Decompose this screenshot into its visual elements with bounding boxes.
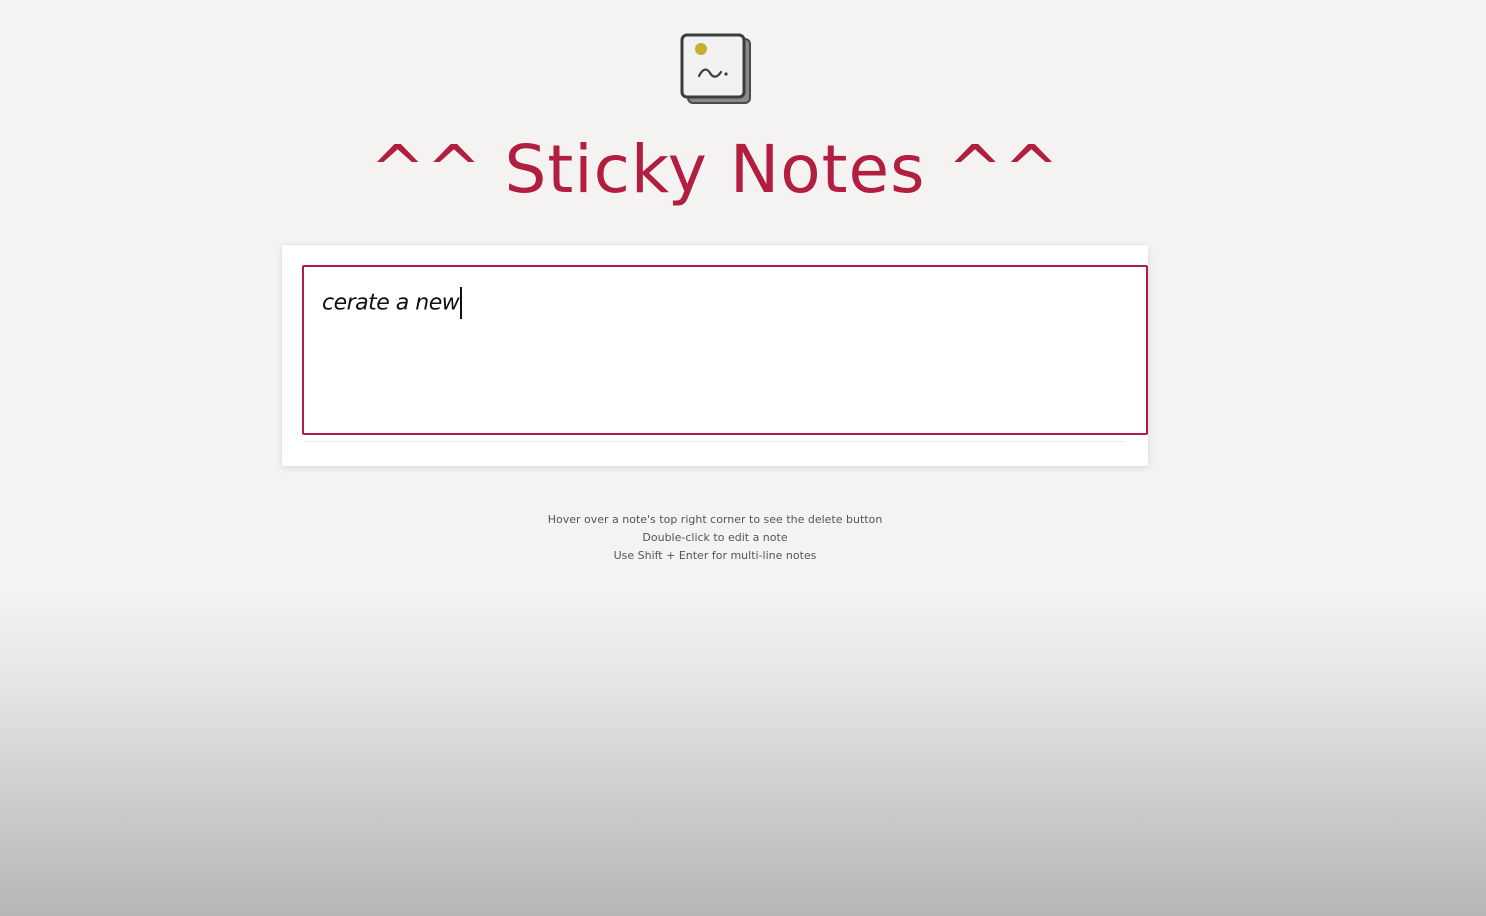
page-title: ^^ Sticky Notes ^^	[369, 131, 1061, 208]
hint-multiline: Use Shift + Enter for multi-line notes	[613, 549, 817, 562]
text-caret	[460, 287, 463, 319]
note-composer-card: cerate a new	[282, 245, 1148, 466]
usage-hints: Hover over a note's top right corner to …	[0, 511, 1430, 565]
note-input-value: cerate a new	[322, 290, 460, 316]
note-input[interactable]: cerate a new	[302, 265, 1148, 435]
hint-delete: Hover over a note's top right corner to …	[547, 513, 883, 526]
sticky-note-icon	[679, 32, 753, 107]
notes-divider	[304, 441, 1126, 442]
hint-edit: Double-click to edit a note	[642, 531, 788, 544]
